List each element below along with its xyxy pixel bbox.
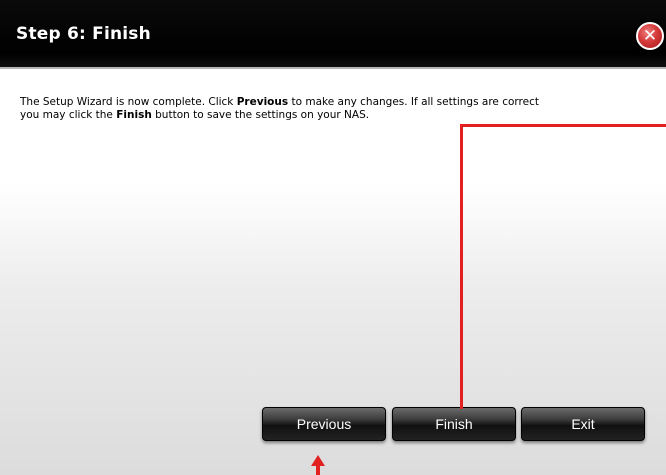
message-text: to make any changes. If all settings are… [288,96,539,108]
annotation-line-horizontal [460,124,666,127]
annotation-arrow-shaft [316,465,320,475]
previous-button[interactable]: Previous [262,407,386,441]
dialog-content: The Setup Wizard is now complete. Click … [0,69,666,475]
close-icon[interactable]: ✕ [636,22,664,50]
annotation-line-vertical [460,124,463,409]
completion-message: The Setup Wizard is now complete. Click … [20,96,620,122]
finish-button[interactable]: Finish [392,407,516,441]
previous-keyword: Previous [236,96,289,108]
dialog-title: Step 6: Finish [16,24,151,44]
message-text: button to save the settings on your NAS. [151,109,370,121]
finish-keyword: Finish [116,109,152,121]
message-text: you may click the [20,109,117,121]
dialog-header: Step 6: Finish ✕ [0,0,666,67]
message-text: The Setup Wizard is now complete. Click [20,96,237,108]
setup-wizard-dialog: Step 6: Finish ✕ The Setup Wizard is now… [0,0,666,475]
exit-button[interactable]: Exit [521,407,645,441]
